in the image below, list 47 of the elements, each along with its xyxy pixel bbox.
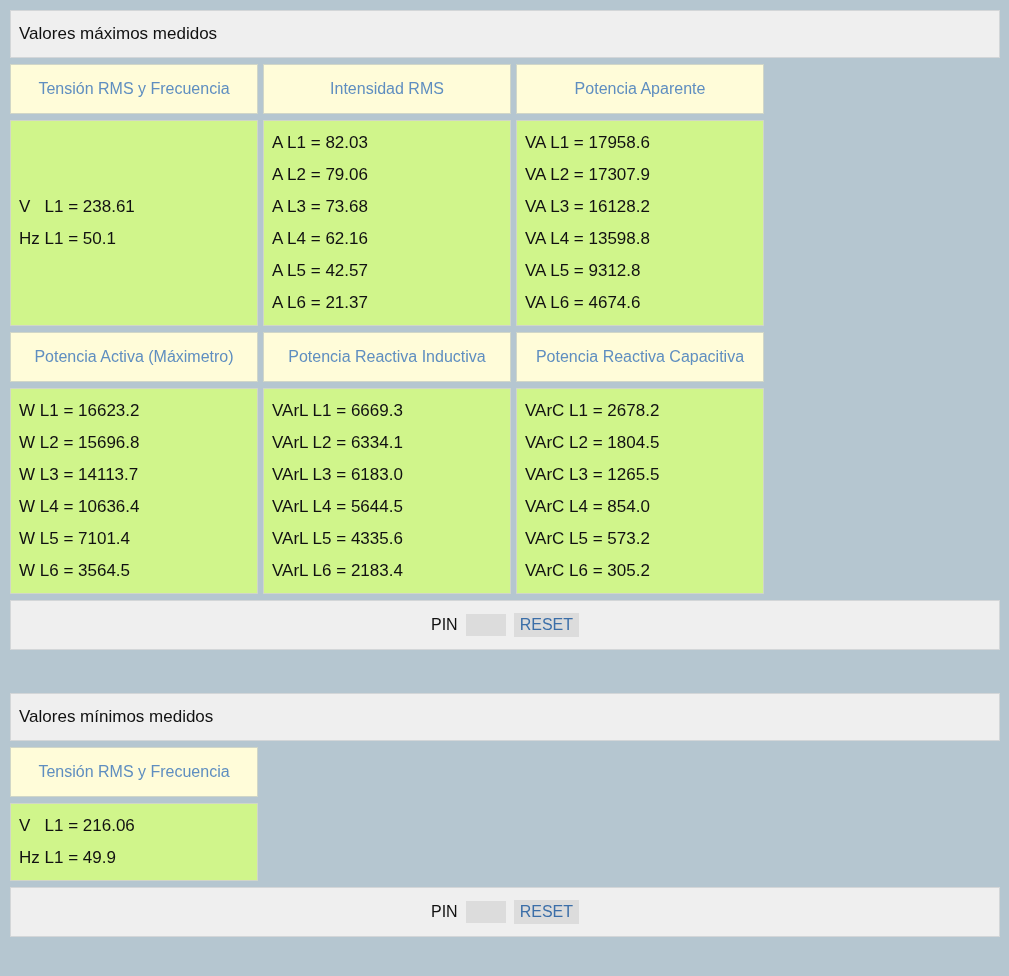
reading: VArC L1 = 2678.2	[525, 400, 661, 422]
column-header: Intensidad RMS	[263, 64, 511, 114]
column-header: Potencia Reactiva Capacitiva	[516, 332, 764, 382]
reading: A L6 = 21.37	[272, 292, 369, 314]
reading: VArL L4 = 5644.5	[272, 496, 404, 518]
reading: VArL L2 = 6334.1	[272, 432, 404, 454]
reading: A L2 = 79.06	[272, 164, 369, 186]
reading: A L3 = 73.68	[272, 196, 369, 218]
reading: Hz L1 = 49.9	[19, 847, 117, 869]
reading: VA L5 = 9312.8	[525, 260, 642, 282]
column-header: Potencia Reactiva Inductiva	[263, 332, 511, 382]
reading: VA L4 = 13598.8	[525, 228, 651, 250]
reading: VArL L5 = 4335.6	[272, 528, 404, 550]
reading: VArL L3 = 6183.0	[272, 464, 404, 486]
reading: W L2 = 15696.8	[19, 432, 141, 454]
reading: A L4 = 62.16	[272, 228, 369, 250]
section-title: Valores máximos medidos	[10, 10, 1000, 58]
reading: W L4 = 10636.4	[19, 496, 141, 518]
column-header: Tensión RMS y Frecuencia	[10, 747, 258, 797]
pin-label: PIN	[431, 903, 458, 921]
reading: VArC L3 = 1265.5	[525, 464, 661, 486]
reset-button[interactable]: RESET	[513, 613, 579, 637]
section-title: Valores mínimos medidos	[10, 693, 1000, 741]
reset-button[interactable]: RESET	[513, 900, 579, 924]
reading: V L1 = 216.06	[19, 815, 136, 837]
reading: W L1 = 16623.2	[19, 400, 141, 422]
reading: VA L2 = 17307.9	[525, 164, 651, 186]
column-header: Tensión RMS y Frecuencia	[10, 64, 258, 114]
reading: V L1 = 238.61	[19, 196, 136, 218]
reading: VArC L5 = 573.2	[525, 528, 651, 550]
column-header: Potencia Activa (Máximetro)	[10, 332, 258, 382]
reading: VArC L4 = 854.0	[525, 496, 651, 518]
pin-label: PIN	[431, 616, 458, 634]
reading: VArL L1 = 6669.3	[272, 400, 404, 422]
reading: W L6 = 3564.5	[19, 560, 132, 582]
reading: VA L3 = 16128.2	[525, 196, 651, 218]
reading: VA L6 = 4674.6	[525, 292, 642, 314]
reading: A L1 = 82.03	[272, 132, 369, 154]
reading: Hz L1 = 50.1	[19, 228, 117, 250]
column-header: Potencia Aparente	[516, 64, 764, 114]
reading: VArL L6 = 2183.4	[272, 560, 404, 582]
reading: VA L1 = 17958.6	[525, 132, 651, 154]
reading: VArC L6 = 305.2	[525, 560, 651, 582]
reading: A L5 = 42.57	[272, 260, 369, 282]
reading: VArC L2 = 1804.5	[525, 432, 661, 454]
reading: W L5 = 7101.4	[19, 528, 132, 550]
reading: W L3 = 14113.7	[19, 464, 140, 486]
